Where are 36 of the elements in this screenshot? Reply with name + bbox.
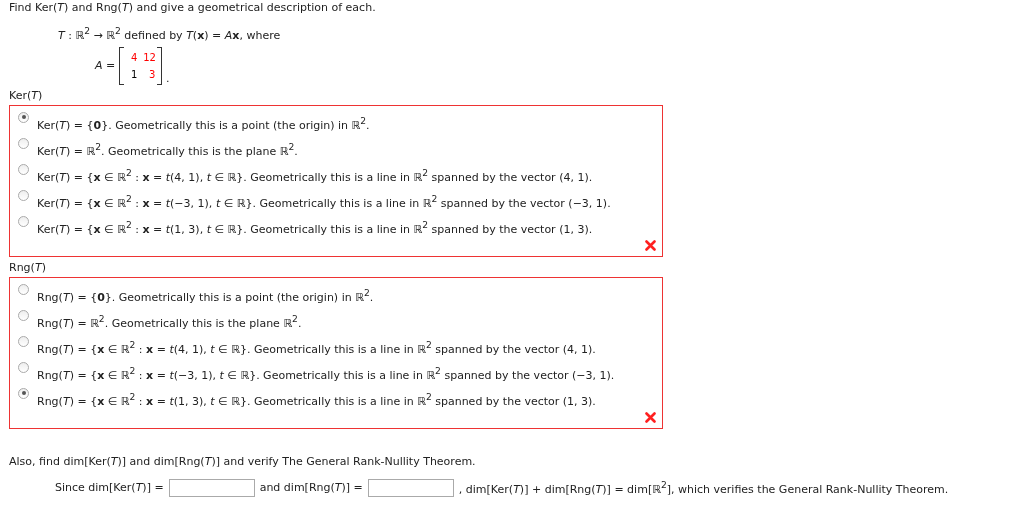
option-text: Ker(T) = {0}. Geometrically this is a point (the origin) in ℝ$^{2}$. — [37, 113, 370, 134]
radio-button[interactable] — [18, 163, 29, 175]
option-text: Rng(T) = {x ∈ ℝ$^{2}$ : x = t(4, 1), t ∈ ℝ}. Geometrically this is a line in ℝ$^{2}$ spanned by the vector (4, 1). — [37, 337, 596, 358]
option-text: Ker(T) = {x ∈ ℝ$^{2}$ : x = t(−3, 1), t ∈ ℝ}. Geometrically this is a line in ℝ$^{2}$ spanned by the vector (−3, 1). — [37, 191, 611, 212]
matrix-entry: 4 — [129, 50, 138, 65]
option-text: Rng(T) = {x ∈ ℝ$^{2}$ : x = t(−3, 1), t ∈ ℝ}. Geometrically this is a line in ℝ$^{2}$ spanned by the vector (−3, 1). — [37, 363, 615, 384]
answer-field[interactable] — [367, 478, 454, 497]
option-text: Ker(T) = {x ∈ ℝ$^{2}$ : x = t(4, 1), t ∈ ℝ}. Geometrically this is a line in ℝ$^{2}$ spanned by the vector (4, 1). — [37, 165, 593, 186]
option-text: Rng(T) = {0}. Geometrically this is a point (the origin) in ℝ$^{2}$. — [37, 285, 374, 306]
radio-button[interactable] — [18, 283, 29, 295]
question-label: Ker(T) — [9, 88, 44, 103]
radio-button[interactable] — [18, 137, 29, 149]
question-prompt: Find Ker(T) and Rng(T) and give a geometrical description of each. — [9, 1, 377, 15]
radio-button[interactable] — [18, 215, 29, 227]
matrix-entry: 3 — [147, 67, 156, 82]
radio-button[interactable] — [18, 189, 29, 201]
answer-text: , dim[Ker(T)] + dim[Rng(T)] = dim[ℝ$^{2}$], which verifies the General Rank-Nullity Theorem. — [458, 479, 949, 496]
option-text: Ker(T) = ℝ$^{2}$. Geometrically this is the plane ℝ$^{2}$. — [37, 139, 298, 160]
radio-button[interactable] — [18, 387, 29, 399]
option-text: Ker(T) = {x ∈ ℝ$^{2}$ : x = t(1, 3), t ∈ ℝ}. Geometrically this is a line in ℝ$^{2}$ spanned by the vector (1, 3). — [37, 217, 593, 238]
definition-text: T : ℝ$^{2}$ → ℝ$^{2}$ defined by T(x) = Ax, where — [58, 24, 282, 43]
matrix-entry: 1 — [129, 67, 138, 82]
answer-field[interactable] — [168, 478, 255, 497]
answer-text: and dim[Rng(T)] = — [259, 481, 363, 495]
option-text: Rng(T) = ℝ$^{2}$. Geometrically this is the plane ℝ$^{2}$. — [37, 311, 302, 332]
answer-text: Since dim[Ker(T)] = — [55, 481, 164, 495]
matrix-entry: 12 — [143, 50, 156, 65]
radio-button[interactable] — [18, 309, 29, 321]
radio-button[interactable] — [18, 361, 29, 373]
matrix-name: A = — [95, 59, 116, 73]
followup-text: Also, find dim[Ker(T)] and dim[Rng(T)] and verify The General Rank-Nullity Theorem. — [9, 454, 477, 469]
option-text: Rng(T) = {x ∈ ℝ$^{2}$ : x = t(1, 3), t ∈ ℝ}. Geometrically this is a line in ℝ$^{2}$ spanned by the vector (1, 3). — [37, 389, 596, 410]
question-label: Rng(T) — [9, 260, 47, 275]
radio-button[interactable] — [18, 335, 29, 347]
period-text: . — [166, 71, 170, 85]
radio-button[interactable] — [18, 111, 29, 123]
